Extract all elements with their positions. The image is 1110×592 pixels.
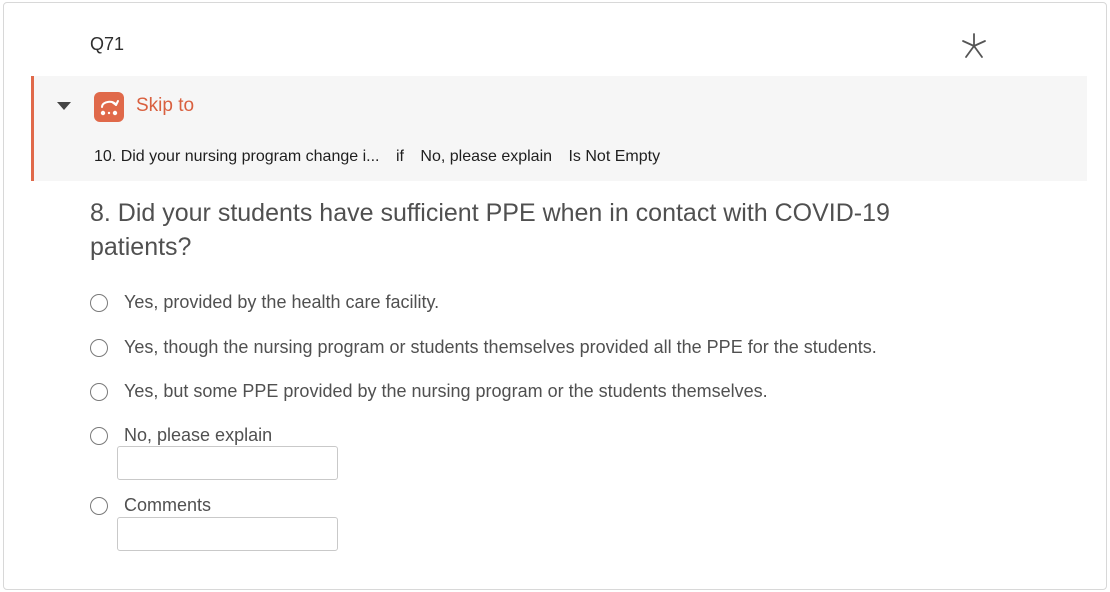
choice-option[interactable]: Yes, provided by the health care facilit… — [90, 292, 439, 313]
skip-logic-panel: Skip to 10. Did your nursing program cha… — [31, 76, 1087, 181]
radio-button[interactable] — [90, 293, 108, 312]
radio-button[interactable] — [90, 382, 108, 401]
choice-label: Comments — [124, 495, 212, 515]
caret-down-icon[interactable] — [57, 102, 71, 110]
question-card: Q71 Skip to 10. Did your nursing program… — [3, 2, 1107, 590]
skip-condition: Is Not Empty — [568, 148, 661, 165]
choice-option[interactable]: Yes, though the nursing program or stude… — [90, 337, 877, 358]
radio-button[interactable] — [90, 496, 108, 515]
choice-label: Yes, but some PPE provided by the nursin… — [124, 381, 768, 401]
asterisk-icon[interactable] — [959, 31, 989, 61]
choice-option[interactable]: No, please explain — [90, 425, 272, 446]
skip-to-label[interactable]: Skip to — [136, 95, 194, 117]
choice-label: No, please explain — [124, 425, 273, 445]
question-text: 8. Did your students have sufficient PPE… — [90, 199, 890, 261]
skip-choice: No, please explain — [420, 148, 553, 165]
skip-to-icon — [94, 92, 124, 122]
choice-label: Yes, though the nursing program or stude… — [124, 337, 877, 357]
choice-label: Yes, provided by the health care facilit… — [124, 292, 440, 312]
skip-logic-rule[interactable]: 10. Did your nursing program change i...… — [94, 148, 672, 166]
skip-operator: if — [395, 148, 404, 165]
radio-button[interactable] — [90, 338, 108, 357]
skip-target: 10. Did your nursing program change i... — [94, 148, 380, 165]
question-id: Q71 — [90, 34, 125, 54]
no-explain-text-input[interactable] — [117, 446, 338, 480]
choice-option[interactable]: Yes, but some PPE provided by the nursin… — [90, 381, 768, 402]
choice-option[interactable]: Comments — [90, 495, 211, 516]
radio-button[interactable] — [90, 426, 108, 445]
comments-text-input[interactable] — [117, 517, 338, 551]
